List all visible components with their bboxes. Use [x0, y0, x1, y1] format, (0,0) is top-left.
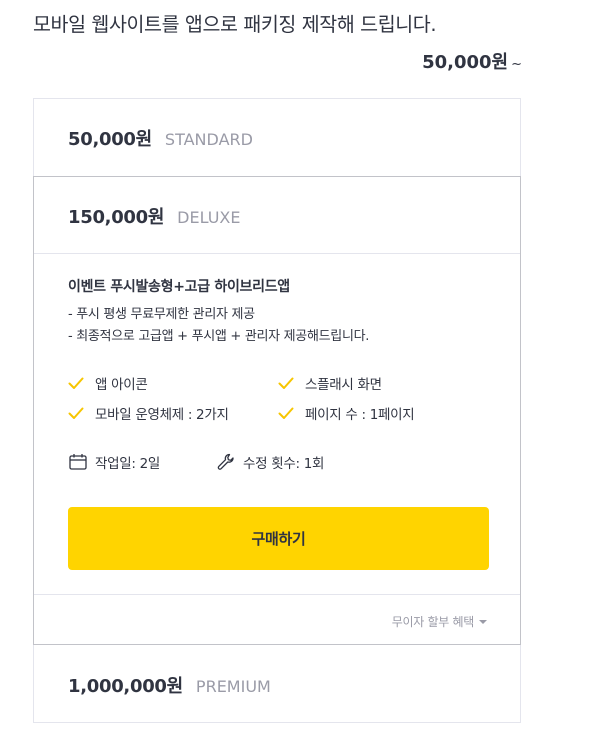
feature-label: 앱 아이콘	[95, 377, 148, 393]
revisions: 수정 횟수: 1회	[216, 452, 324, 472]
package-description: 이벤트 푸시발송형+고급 하이브리드앱 - 푸시 평생 무료무제한 관리자 제공…	[68, 276, 498, 348]
service-title: 모바일 웹사이트를 앱으로 패키징 제작해 드립니다.	[33, 13, 437, 36]
package-tier: PREMIUM	[195, 677, 271, 696]
package-price: 50,000원	[68, 129, 152, 150]
installment-toggle[interactable]: 무이자 할부 혜택	[392, 613, 487, 630]
buy-button[interactable]: 구매하기	[68, 507, 489, 570]
package-price: 150,000원	[68, 207, 165, 228]
price-range-suffix: ~	[511, 57, 522, 72]
check-icon	[278, 407, 294, 419]
feature-label: 스플래시 화면	[305, 377, 382, 393]
price-range-value: 50,000원	[422, 52, 509, 73]
package-price: 1,000,000원	[68, 676, 183, 697]
calendar-icon	[69, 454, 87, 470]
check-icon	[278, 377, 294, 389]
price-range: 50,000원 ~	[422, 48, 522, 74]
feature-label: 페이지 수 : 1페이지	[305, 407, 415, 423]
revisions-label: 수정 횟수: 1회	[243, 456, 325, 472]
package-deluxe-header[interactable]: 150,000원 DELUXE	[34, 177, 520, 254]
feature-label: 모바일 운영체제 : 2가지	[95, 407, 229, 423]
package-standard-header[interactable]: 50,000원 STANDARD	[34, 99, 520, 151]
description-title: 이벤트 푸시발송형+고급 하이브리드앱	[68, 279, 290, 295]
feature-item: 모바일 운영체제 : 2가지	[68, 403, 229, 423]
check-icon	[68, 377, 84, 389]
package-tier: DELUXE	[177, 208, 241, 227]
feature-item: 앱 아이콘	[68, 373, 148, 393]
package-premium-header[interactable]: 1,000,000원 PREMIUM	[34, 645, 520, 698]
work-days-label: 작업일: 2일	[95, 456, 161, 472]
description-line: - 최종적으로 고급앱 + 푸시앱 + 관리자 제공해드립니다.	[68, 329, 370, 344]
installment-label: 무이자 할부 혜택	[391, 615, 475, 629]
package-meta: 작업일: 2일 수정 횟수: 1회	[68, 452, 498, 474]
wrench-icon	[217, 453, 234, 470]
feature-item: 스플래시 화면	[278, 373, 382, 393]
package-standard[interactable]: 50,000원 STANDARD	[33, 98, 521, 176]
installment-row: 무이자 할부 혜택	[34, 594, 520, 646]
work-days: 작업일: 2일	[68, 452, 160, 472]
package-deluxe[interactable]: 150,000원 DELUXE 이벤트 푸시발송형+고급 하이브리드앱 - 푸시…	[33, 176, 521, 645]
package-tier: STANDARD	[164, 130, 253, 149]
feature-item: 페이지 수 : 1페이지	[278, 403, 415, 423]
check-icon	[68, 407, 84, 419]
description-line: - 푸시 평생 무료무제한 관리자 제공	[68, 307, 255, 322]
package-premium[interactable]: 1,000,000원 PREMIUM	[33, 645, 521, 723]
caret-down-icon	[479, 619, 487, 624]
